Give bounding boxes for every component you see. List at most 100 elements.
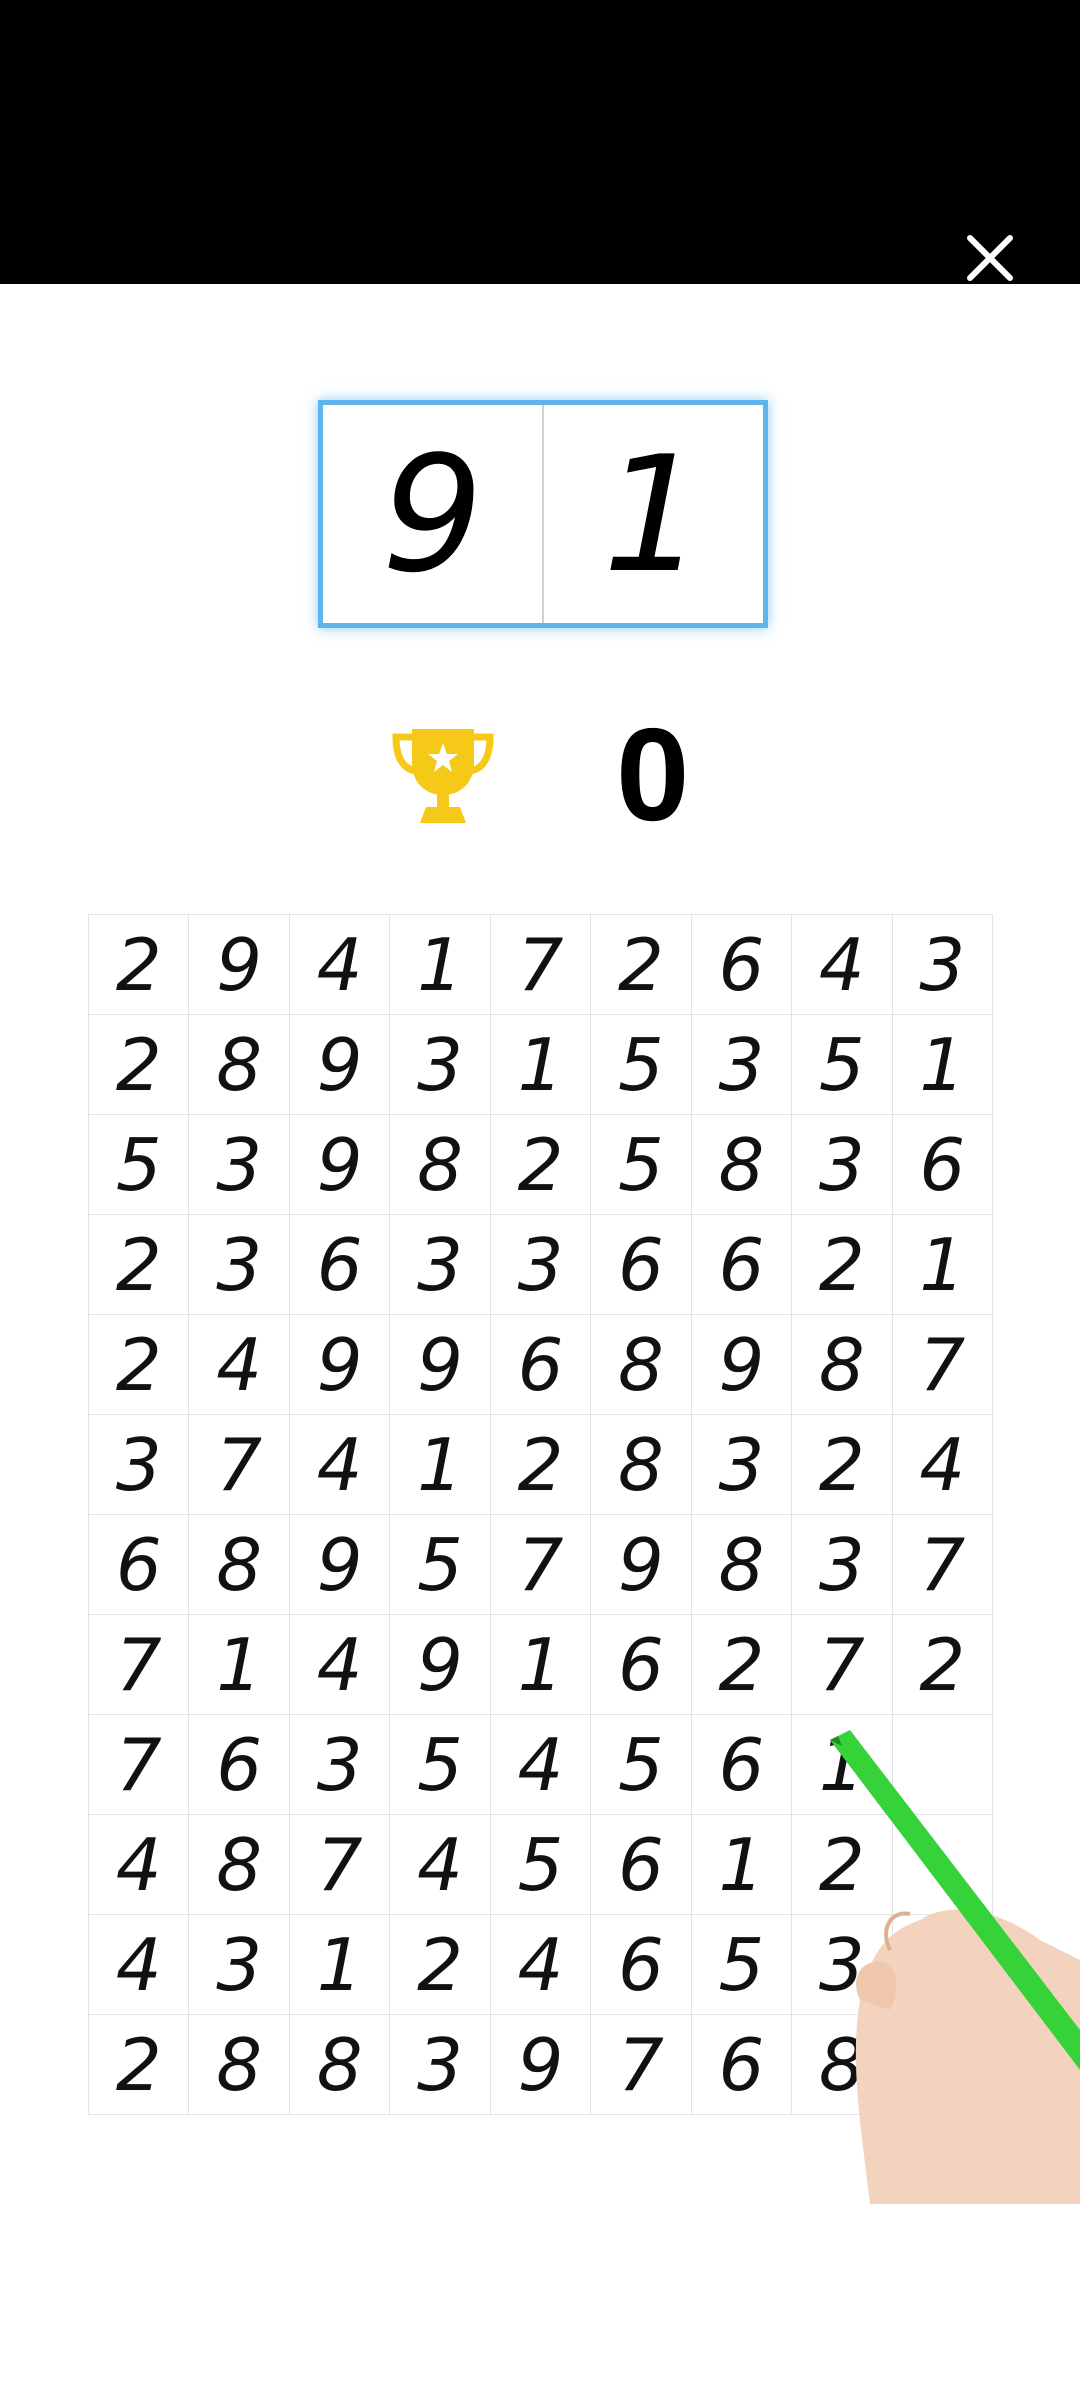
grid-cell[interactable]: 1 <box>490 1615 592 1715</box>
grid-cell[interactable]: 3 <box>89 1415 190 1515</box>
close-button[interactable] <box>960 228 1020 288</box>
grid-cell[interactable]: 7 <box>490 1515 592 1615</box>
grid-cell[interactable]: 4 <box>89 1815 190 1915</box>
grid-cell[interactable]: 8 <box>792 1315 893 1415</box>
grid-cell[interactable]: 3 <box>691 1015 793 1115</box>
grid-cell[interactable]: 7 <box>591 2015 692 2115</box>
grid-cell[interactable]: 9 <box>490 2015 592 2115</box>
grid-cell[interactable]: 9 <box>189 915 290 1015</box>
grid-cell[interactable]: 7 <box>289 1815 391 1915</box>
grid-cell[interactable]: 8 <box>189 1515 290 1615</box>
grid-cell[interactable]: 8 <box>390 1115 491 1215</box>
grid-cell[interactable]: 2 <box>89 1015 190 1115</box>
grid-cell[interactable] <box>892 2015 993 2115</box>
grid-cell[interactable]: 8 <box>189 2015 290 2115</box>
grid-cell[interactable]: 3 <box>390 1215 491 1315</box>
grid-cell[interactable]: 5 <box>390 1715 491 1815</box>
grid-cell[interactable]: 2 <box>490 1115 592 1215</box>
grid-cell[interactable]: 5 <box>591 1115 692 1215</box>
grid-cell[interactable]: 5 <box>591 1015 692 1115</box>
grid-cell[interactable]: 9 <box>289 1115 391 1215</box>
grid-cell[interactable]: 3 <box>892 915 993 1015</box>
grid-cell[interactable]: 2 <box>691 1615 793 1715</box>
grid-cell[interactable]: 4 <box>189 1315 290 1415</box>
grid-cell[interactable]: 2 <box>89 1215 190 1315</box>
grid-cell[interactable]: 5 <box>792 1015 893 1115</box>
grid-cell[interactable]: 2 <box>490 1415 592 1515</box>
grid-cell[interactable]: 4 <box>390 1815 491 1915</box>
grid-cell[interactable]: 6 <box>591 1915 692 2015</box>
grid-cell[interactable]: 3 <box>390 1015 491 1115</box>
grid-cell[interactable]: 3 <box>390 2015 491 2115</box>
grid-cell[interactable]: 4 <box>892 1415 993 1515</box>
grid-cell[interactable]: 4 <box>289 1415 391 1515</box>
grid-cell[interactable]: 5 <box>591 1715 692 1815</box>
grid-cell[interactable]: 1 <box>390 915 491 1015</box>
grid-cell[interactable]: 3 <box>792 1515 893 1615</box>
grid-cell[interactable]: 3 <box>792 1915 893 2015</box>
grid-cell[interactable]: 9 <box>390 1615 491 1715</box>
grid-cell[interactable]: 1 <box>892 1015 993 1115</box>
grid-cell[interactable]: 6 <box>691 1215 793 1315</box>
grid-cell[interactable]: 9 <box>289 1015 391 1115</box>
grid-cell[interactable]: 4 <box>490 1915 592 2015</box>
grid-cell[interactable]: 8 <box>189 1015 290 1115</box>
grid-cell[interactable]: 7 <box>89 1715 190 1815</box>
grid-cell[interactable]: 6 <box>490 1315 592 1415</box>
grid-cell[interactable]: 3 <box>189 1915 290 2015</box>
grid-cell[interactable]: 8 <box>691 1515 793 1615</box>
grid-cell[interactable]: 3 <box>289 1715 391 1815</box>
grid-cell[interactable]: 8 <box>691 1115 793 1215</box>
grid-cell[interactable] <box>892 1815 993 1915</box>
grid-cell[interactable]: 9 <box>390 1315 491 1415</box>
grid-cell[interactable]: 7 <box>892 1315 993 1415</box>
grid-cell[interactable]: 5 <box>691 1915 793 2015</box>
grid-cell[interactable]: 1 <box>490 1015 592 1115</box>
grid-cell[interactable] <box>892 1715 993 1815</box>
grid-cell[interactable]: 6 <box>89 1515 190 1615</box>
grid-cell[interactable]: 2 <box>390 1915 491 2015</box>
grid-cell[interactable]: 6 <box>289 1215 391 1315</box>
grid-cell[interactable]: 2 <box>89 915 190 1015</box>
grid-cell[interactable]: 7 <box>892 1515 993 1615</box>
grid-cell[interactable]: 9 <box>289 1515 391 1615</box>
grid-cell[interactable]: 4 <box>490 1715 592 1815</box>
grid-cell[interactable]: 1 <box>892 1215 993 1315</box>
grid-cell[interactable]: 6 <box>189 1715 290 1815</box>
grid-cell[interactable]: 7 <box>189 1415 290 1515</box>
grid-cell[interactable]: 5 <box>390 1515 491 1615</box>
grid-cell[interactable]: 3 <box>691 1415 793 1515</box>
grid-cell[interactable]: 4 <box>792 915 893 1015</box>
grid-cell[interactable]: 5 <box>89 1115 190 1215</box>
grid-cell[interactable]: 2 <box>591 915 692 1015</box>
grid-cell[interactable]: 3 <box>490 1215 592 1315</box>
grid-cell[interactable]: 2 <box>89 1315 190 1415</box>
grid-cell[interactable]: 6 <box>691 915 793 1015</box>
grid-cell[interactable]: 7 <box>89 1615 190 1715</box>
grid-cell[interactable]: 4 <box>89 1915 190 2015</box>
grid-cell[interactable]: 3 <box>792 1115 893 1215</box>
grid-cell[interactable]: 8 <box>189 1815 290 1915</box>
grid-cell[interactable]: 9 <box>691 1315 793 1415</box>
grid-cell[interactable]: 6 <box>892 1115 993 1215</box>
grid-cell[interactable]: 1 <box>691 1815 793 1915</box>
grid-cell[interactable]: 2 <box>792 1415 893 1515</box>
grid-cell[interactable]: 6 <box>691 1715 793 1815</box>
grid-cell[interactable]: 6 <box>591 1615 692 1715</box>
grid-cell[interactable]: 2 <box>792 1215 893 1315</box>
grid-cell[interactable]: 1 <box>289 1915 391 2015</box>
grid-cell[interactable]: 6 <box>591 1815 692 1915</box>
grid-cell[interactable]: 3 <box>189 1215 290 1315</box>
grid-cell[interactable]: 9 <box>289 1315 391 1415</box>
grid-cell[interactable]: 7 <box>490 915 592 1015</box>
grid-cell[interactable]: 8 <box>289 2015 391 2115</box>
grid-cell[interactable] <box>892 1915 993 2015</box>
grid-cell[interactable]: 7 <box>792 1615 893 1715</box>
grid-cell[interactable]: 8 <box>591 1415 692 1515</box>
grid-cell[interactable]: 8 <box>591 1315 692 1415</box>
grid-cell[interactable]: 4 <box>289 915 391 1015</box>
grid-cell[interactable]: 6 <box>591 1215 692 1315</box>
grid-cell[interactable]: 8 <box>792 2015 893 2115</box>
grid-cell[interactable]: 1 <box>390 1415 491 1515</box>
grid-cell[interactable]: 5 <box>490 1815 592 1915</box>
